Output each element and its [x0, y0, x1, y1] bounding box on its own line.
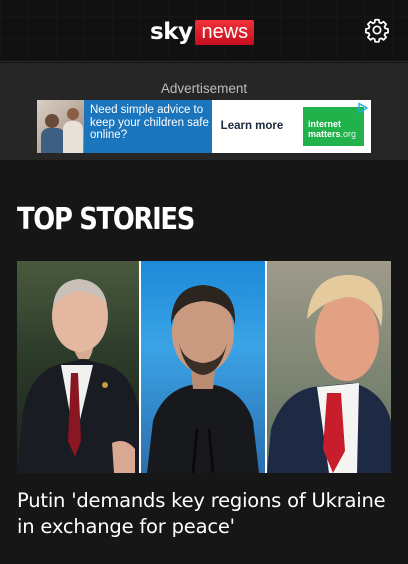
section-title-top-stories: TOP STORIES: [17, 202, 195, 237]
portrait-middle-illustration: [147, 285, 259, 473]
advertisement-area: Advertisement Need simple advice to keep…: [0, 63, 408, 160]
top-story-headline[interactable]: Putin 'demands key regions of Ukraine in…: [17, 488, 387, 540]
sponsor-line2: matters: [308, 129, 341, 139]
internet-matters-logo: internet matters.org: [303, 107, 364, 146]
adchoices-icon[interactable]: [357, 102, 369, 114]
portrait-left-illustration: [17, 279, 139, 473]
sponsor-line1: internet: [308, 119, 342, 129]
ad-right-panel: Learn more internet matters.org: [212, 100, 371, 153]
portrait-right-illustration: [267, 274, 391, 473]
ad-banner[interactable]: Need simple advice to keep your children…: [37, 100, 371, 153]
sky-news-logo[interactable]: sky news: [150, 18, 255, 46]
logo-news-badge: news: [195, 19, 255, 45]
ad-banner-text: Need simple advice to keep your children…: [90, 104, 209, 141]
hero-panel-right: [267, 261, 391, 473]
hero-panel-left: [17, 261, 139, 473]
gear-icon[interactable]: [364, 17, 390, 43]
ad-learn-more-button[interactable]: Learn more: [216, 114, 288, 138]
logo-sky-text: sky: [150, 18, 193, 45]
advertisement-label: Advertisement: [160, 81, 248, 96]
app-header: sky news: [0, 0, 408, 62]
ad-family-image: [37, 100, 84, 153]
top-story-image[interactable]: [17, 261, 391, 473]
hero-panel-middle: [141, 261, 265, 473]
sponsor-suffix: .org: [340, 129, 357, 139]
